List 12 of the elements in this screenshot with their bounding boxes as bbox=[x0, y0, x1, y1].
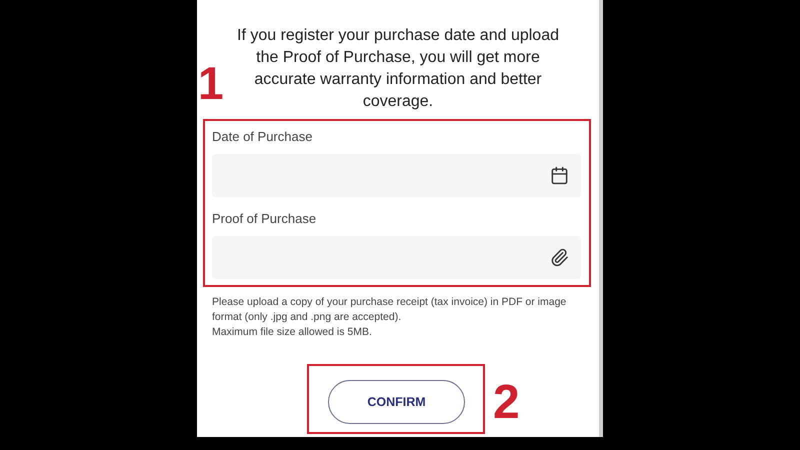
helper-text: Maximum file size allowed is 5MB. bbox=[212, 325, 373, 340]
helper-text: Please upload a copy of your purchase receipt (tax invoice) in PDF or image format (only .jpg and .png are accepted). bbox=[212, 295, 568, 325]
annotation-number: 1 bbox=[198, 60, 224, 106]
paperclip-icon[interactable] bbox=[550, 248, 569, 267]
input-field[interactable] bbox=[212, 236, 581, 279]
intro-text: If you register your purchase date and upload the Proof of Purchase, you will get more accurate warranty information and better coverage. bbox=[236, 26, 560, 112]
confirm-button[interactable]: CONFIRM bbox=[328, 380, 465, 424]
calendar-icon[interactable] bbox=[550, 166, 569, 185]
input-field[interactable] bbox=[212, 154, 581, 197]
annotation-number: 2 bbox=[493, 378, 520, 428]
field-label: Date of Purchase bbox=[212, 129, 314, 145]
field-label: Proof of Purchase bbox=[212, 211, 318, 227]
